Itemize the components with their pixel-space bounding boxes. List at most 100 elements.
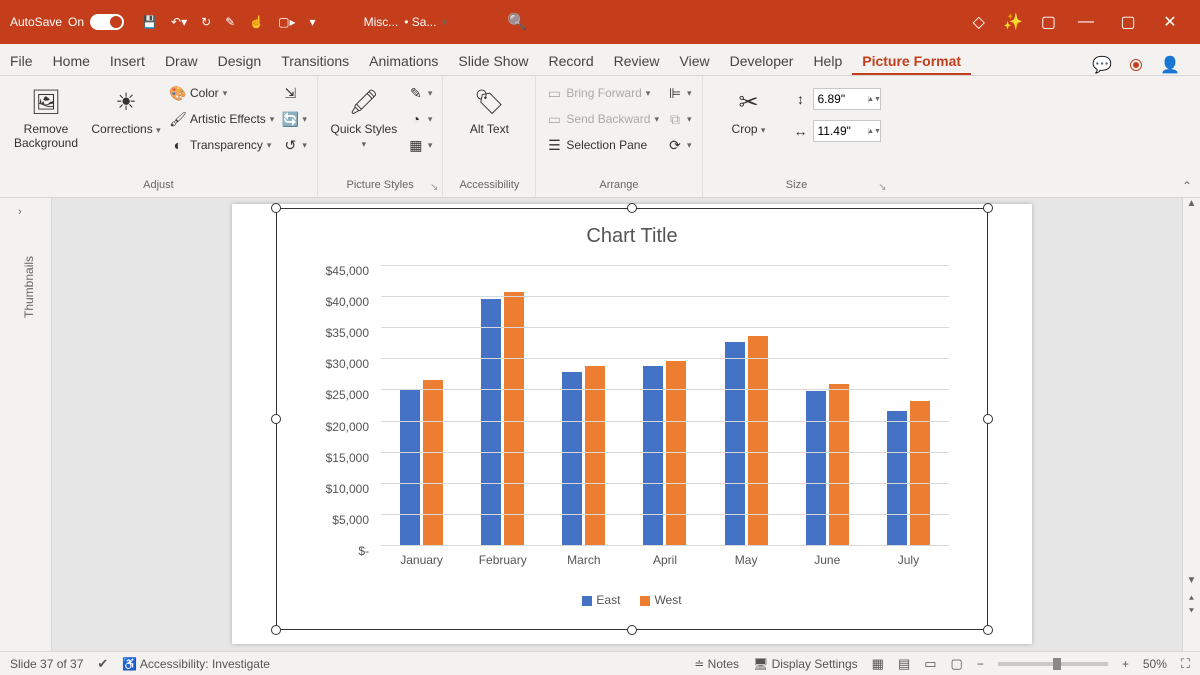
tab-record[interactable]: Record: [538, 47, 603, 75]
align-button[interactable]: ⊫▾: [667, 82, 692, 104]
previous-slide-icon[interactable]: ⯅: [1188, 593, 1195, 604]
send-backward-button[interactable]: ▭Send Backward▾: [546, 108, 659, 130]
minimize-button[interactable]: —: [1074, 13, 1098, 31]
diamond-icon[interactable]: ◇: [973, 12, 985, 32]
tab-animations[interactable]: Animations: [359, 47, 448, 75]
quick-styles-button[interactable]: 🖍 Quick Styles ▾: [328, 82, 400, 150]
display-settings-button[interactable]: 🖥 Display Settings: [753, 657, 858, 671]
ribbon-display-icon[interactable]: ▢: [1041, 12, 1056, 32]
slideshow-view-icon[interactable]: ▢: [951, 656, 963, 672]
tab-design[interactable]: Design: [208, 47, 272, 75]
close-button[interactable]: ✕: [1158, 12, 1182, 32]
resize-handle[interactable]: [271, 203, 281, 213]
resize-handle[interactable]: [983, 414, 993, 424]
next-slide-icon[interactable]: ⯆: [1188, 606, 1195, 617]
bar-group: [706, 265, 787, 545]
transparency-button[interactable]: ◐Transparency▾: [170, 134, 274, 156]
record-icon[interactable]: [1130, 59, 1142, 71]
tab-file[interactable]: File: [0, 47, 43, 75]
qat-dropdown-icon[interactable]: ▾: [310, 15, 316, 29]
change-picture-button[interactable]: 🔄▾: [282, 108, 307, 130]
document-title[interactable]: Misc... • Sa... ▾: [364, 15, 447, 29]
width-input[interactable]: [814, 124, 868, 138]
tab-picture-format[interactable]: Picture Format: [852, 47, 971, 75]
wand-icon[interactable]: ✨: [1003, 12, 1023, 32]
tab-review[interactable]: Review: [604, 47, 670, 75]
height-field[interactable]: ↕ ▲▼: [793, 88, 881, 110]
zoom-in-button[interactable]: +: [1122, 657, 1129, 671]
zoom-slider[interactable]: [998, 662, 1108, 666]
alt-text-button[interactable]: 🏷 Alt Text: [453, 82, 525, 136]
tab-insert[interactable]: Insert: [100, 47, 155, 75]
resize-handle[interactable]: [983, 203, 993, 213]
normal-view-icon[interactable]: ▦: [872, 656, 884, 672]
reset-picture-button[interactable]: ↺▾: [282, 134, 307, 156]
search-icon[interactable]: 🔍: [507, 12, 527, 32]
selection-pane-button[interactable]: ☰Selection Pane: [546, 134, 659, 156]
width-field[interactable]: ↔ ▲▼: [793, 120, 881, 142]
crop-button[interactable]: ✂ Crop ▾: [713, 82, 785, 136]
group-button[interactable]: ⧉▾: [667, 108, 692, 130]
touch-mode-icon[interactable]: ☝: [249, 15, 264, 29]
scroll-up-icon[interactable]: ▲: [1183, 198, 1200, 214]
zoom-level[interactable]: 50%: [1143, 657, 1167, 671]
maximize-button[interactable]: ▢: [1116, 12, 1140, 32]
resize-handle[interactable]: [627, 625, 637, 635]
height-spinner[interactable]: ▲▼: [868, 96, 880, 103]
autosave-toggle[interactable]: AutoSave On: [0, 14, 134, 30]
tab-help[interactable]: Help: [803, 47, 852, 75]
vertical-scrollbar[interactable]: ▲ ▼ ⯅ ⯆: [1182, 198, 1200, 651]
reading-view-icon[interactable]: ▭: [924, 656, 936, 672]
tab-draw[interactable]: Draw: [155, 47, 208, 75]
fit-to-window-icon[interactable]: ⛶: [1181, 656, 1190, 672]
comments-icon[interactable]: 💬: [1092, 55, 1112, 75]
picture-border-button[interactable]: ✎▾: [408, 82, 433, 104]
rotate-button[interactable]: ⟳▾: [667, 134, 692, 156]
accessibility-status[interactable]: ♿ Accessibility: Investigate: [122, 657, 270, 671]
height-input[interactable]: [814, 92, 868, 106]
undo-icon[interactable]: ↶▾: [171, 15, 187, 29]
x-axis-label: May: [706, 553, 787, 567]
bring-forward-button[interactable]: ▭Bring Forward▾: [546, 82, 659, 104]
gridline: [381, 327, 949, 328]
width-spinner[interactable]: ▲▼: [868, 128, 880, 135]
dialog-launcher-icon[interactable]: ↘: [430, 182, 438, 193]
color-button[interactable]: 🎨Color▾: [170, 82, 274, 104]
resize-handle[interactable]: [271, 414, 281, 424]
x-axis-label: January: [381, 553, 462, 567]
tab-home[interactable]: Home: [43, 47, 100, 75]
search-area[interactable]: 🔍: [447, 12, 955, 32]
picture-layout-button[interactable]: ▦▾: [408, 134, 433, 156]
from-beginning-icon[interactable]: ▢▸: [278, 15, 295, 29]
slide-sorter-icon[interactable]: ▤: [898, 656, 910, 672]
resize-handle[interactable]: [627, 203, 637, 213]
resize-handle[interactable]: [271, 625, 281, 635]
picture-effects-button[interactable]: ◔▾: [408, 108, 433, 130]
slide-canvas[interactable]: Chart Title JanuaryFebruaryMarchAprilMay…: [52, 198, 1182, 651]
expand-thumbnails-icon[interactable]: ›: [18, 206, 22, 218]
resize-handle[interactable]: [983, 625, 993, 635]
tab-view[interactable]: View: [670, 47, 720, 75]
dialog-launcher-icon[interactable]: ↘: [878, 182, 886, 193]
collapse-ribbon-icon[interactable]: ⌃: [1182, 179, 1192, 193]
compress-pictures-button[interactable]: ⇲: [282, 82, 307, 104]
thumbnail-pane[interactable]: › Thumbnails: [0, 198, 52, 651]
picture-selection[interactable]: Chart Title JanuaryFebruaryMarchAprilMay…: [276, 208, 988, 630]
tab-developer[interactable]: Developer: [720, 47, 804, 75]
slide-indicator[interactable]: Slide 37 of 37: [10, 657, 83, 671]
save-icon[interactable]: 💾: [142, 15, 157, 29]
toggle-icon[interactable]: [90, 14, 124, 30]
notes-button[interactable]: ≐ Notes: [694, 657, 739, 671]
zoom-out-button[interactable]: −: [977, 657, 984, 671]
redo-icon[interactable]: ↻: [201, 15, 211, 29]
title-bar: AutoSave On 💾 ↶▾ ↻ ✎ ☝ ▢▸ ▾ Misc... • Sa…: [0, 0, 1200, 44]
corrections-button[interactable]: ☀ Corrections ▾: [90, 82, 162, 136]
artistic-effects-button[interactable]: 🖌Artistic Effects▾: [170, 108, 274, 130]
remove-background-button[interactable]: 🖼 Remove Background: [10, 82, 82, 150]
spell-check-icon[interactable]: ✔: [97, 656, 108, 672]
share-icon[interactable]: 👤: [1160, 55, 1180, 75]
scroll-down-icon[interactable]: ▼: [1183, 575, 1200, 591]
tab-slide-show[interactable]: Slide Show: [448, 47, 538, 75]
eyedropper-icon[interactable]: ✎: [225, 15, 235, 29]
tab-transitions[interactable]: Transitions: [271, 47, 359, 75]
